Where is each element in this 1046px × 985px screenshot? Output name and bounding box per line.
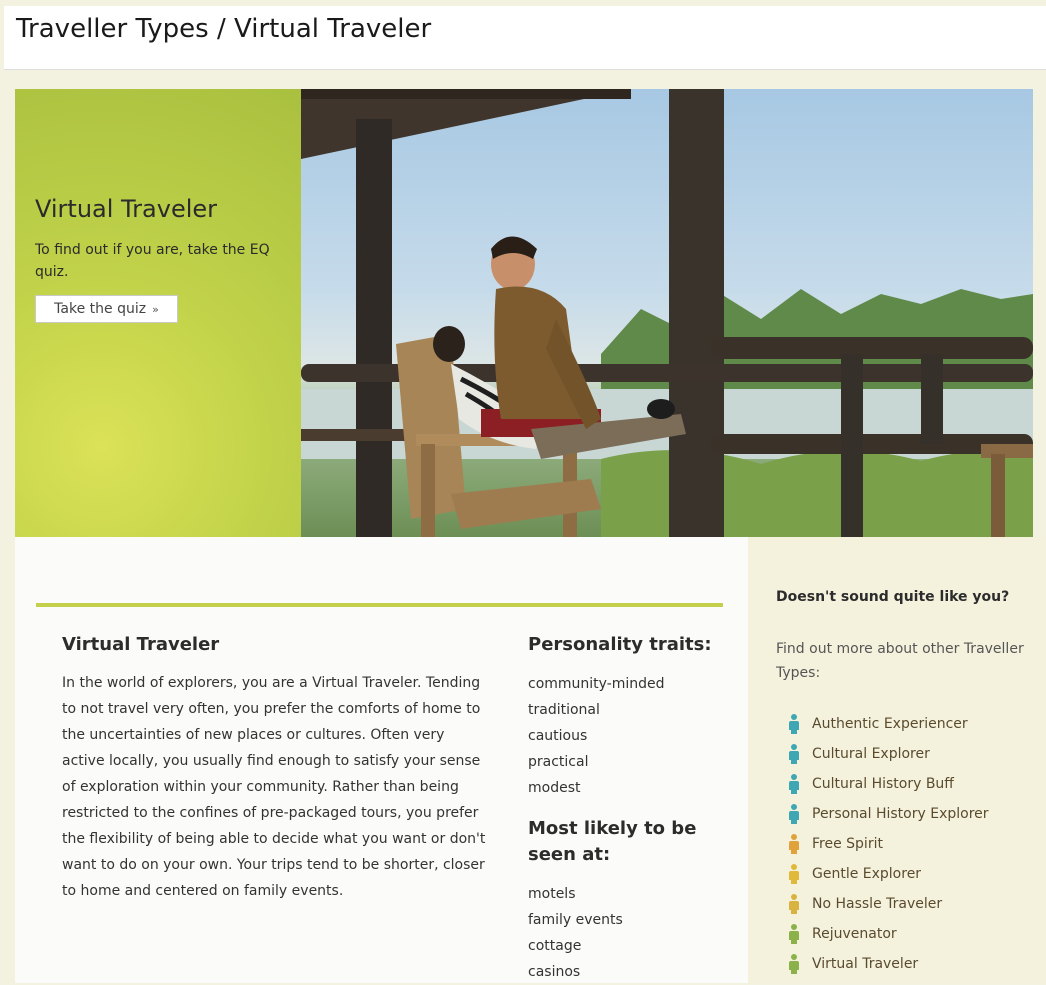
person-icon bbox=[788, 924, 800, 944]
trait-item: community-minded bbox=[528, 676, 665, 692]
sidebar-find-more: Find out more about other Traveller Type… bbox=[776, 641, 1024, 681]
seen-item: family events bbox=[528, 912, 623, 928]
trait-item: modest bbox=[528, 780, 581, 796]
personality-traits-heading: Personality traits: bbox=[528, 634, 712, 655]
traveller-type-label: Free Spirit bbox=[812, 836, 883, 852]
trait-item: practical bbox=[528, 754, 589, 770]
main-content: Virtual Traveler In the world of explore… bbox=[15, 537, 748, 983]
personality-traits-list: community-minded traditional cautious pr… bbox=[528, 671, 665, 801]
hero-photo bbox=[301, 89, 1033, 537]
traveller-type-label: Rejuvenator bbox=[812, 926, 897, 942]
hero-title: Virtual Traveler bbox=[35, 195, 218, 223]
seen-item: motels bbox=[528, 886, 576, 902]
traveller-type-link[interactable]: Cultural History Buff bbox=[788, 769, 989, 799]
traveller-types-list: Authentic Experiencer Cultural Explorer Cu… bbox=[788, 709, 989, 979]
traveller-type-link[interactable]: Free Spirit bbox=[788, 829, 989, 859]
traveller-type-link[interactable]: Rejuvenator bbox=[788, 919, 989, 949]
trait-item: traditional bbox=[528, 702, 600, 718]
traveller-type-label: Authentic Experiencer bbox=[812, 716, 968, 732]
page-title: Traveller Types / Virtual Traveler bbox=[16, 14, 432, 44]
traveller-type-link[interactable]: Authentic Experiencer bbox=[788, 709, 989, 739]
traveller-type-label: Cultural Explorer bbox=[812, 746, 930, 762]
take-quiz-button[interactable]: Take the quiz » bbox=[35, 295, 178, 323]
person-icon bbox=[788, 954, 800, 974]
other-types-sidebar: Doesn't sound quite like you? Find out m… bbox=[748, 537, 1046, 983]
section-divider bbox=[36, 603, 723, 607]
person-icon bbox=[788, 834, 800, 854]
person-icon bbox=[788, 804, 800, 824]
trait-item: cautious bbox=[528, 728, 588, 744]
hero-banner: Virtual Traveler To find out if you are,… bbox=[15, 89, 1033, 537]
hero-green-panel: Virtual Traveler To find out if you are,… bbox=[15, 89, 301, 537]
seen-at-list: motels family events cottage casinos bbox=[528, 881, 623, 985]
traveller-type-link[interactable]: Cultural Explorer bbox=[788, 739, 989, 769]
traveller-type-label: Cultural History Buff bbox=[812, 776, 954, 792]
sidebar-question: Doesn't sound quite like you? bbox=[776, 589, 1010, 605]
traveller-type-label: No Hassle Traveler bbox=[812, 896, 943, 912]
traveller-type-label: Gentle Explorer bbox=[812, 866, 922, 882]
traveller-type-link[interactable]: Personal History Explorer bbox=[788, 799, 989, 829]
traveller-type-link[interactable]: No Hassle Traveler bbox=[788, 889, 989, 919]
person-icon bbox=[788, 714, 800, 734]
traveller-type-label: Personal History Explorer bbox=[812, 806, 989, 822]
porch-lake-image bbox=[301, 89, 1033, 537]
traveller-type-label: Virtual Traveler bbox=[812, 956, 919, 972]
person-icon bbox=[788, 744, 800, 764]
double-chevron-right-icon: » bbox=[152, 302, 159, 316]
page-header: Traveller Types / Virtual Traveler bbox=[4, 6, 1046, 70]
traveller-type-link[interactable]: Gentle Explorer bbox=[788, 859, 989, 889]
person-icon bbox=[788, 774, 800, 794]
person-icon bbox=[788, 864, 800, 884]
seen-at-heading: Most likely to be seen at: bbox=[528, 818, 697, 865]
section-title: Virtual Traveler bbox=[62, 634, 220, 655]
seen-item: cottage bbox=[528, 938, 582, 954]
person-icon bbox=[788, 894, 800, 914]
description-text: In the world of explorers, you are a Vir… bbox=[62, 675, 486, 899]
hero-subtitle: To find out if you are, take the EQ quiz… bbox=[35, 242, 270, 280]
take-quiz-label: Take the quiz bbox=[54, 301, 147, 317]
traveller-type-link[interactable]: Virtual Traveler bbox=[788, 949, 989, 979]
seen-item: casinos bbox=[528, 964, 581, 980]
